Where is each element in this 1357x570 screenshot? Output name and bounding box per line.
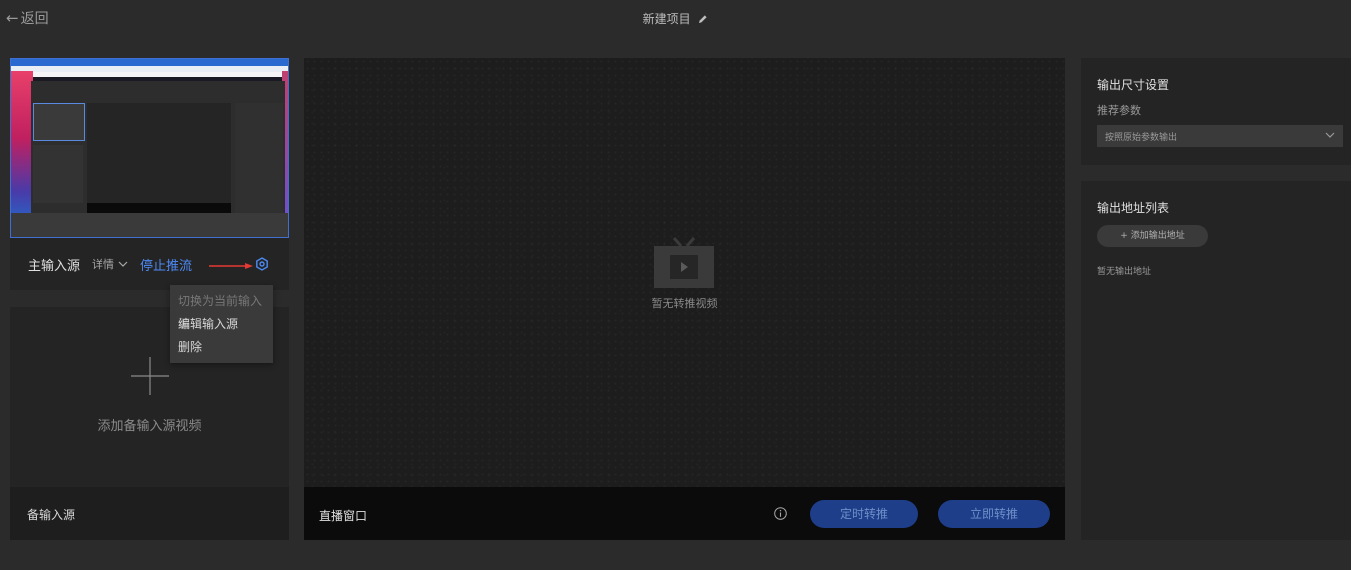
main-source-thumbnail[interactable] (10, 58, 289, 238)
thumb-wallpaper-left (11, 71, 33, 221)
thumb-bookmarks-bar (11, 72, 288, 77)
edit-pencil-icon[interactable] (698, 13, 708, 27)
main-source-card: 主输入源 详情 停止推流 (10, 58, 289, 290)
thumb-left-bottom (33, 145, 83, 203)
project-title-text: 新建项目 (642, 12, 691, 26)
output-size-panel: 输出尺寸设置 推荐参数 按照原始参数输出 (1081, 58, 1351, 165)
backup-source-bar: 备输入源 (10, 487, 289, 540)
thumb-center-bar (87, 203, 231, 213)
stop-stream-link[interactable]: 停止推流 (140, 255, 192, 274)
live-window-label: 直播窗口 (319, 509, 368, 523)
add-output-address-button[interactable]: + 添加输出地址 (1097, 225, 1208, 247)
thumb-right (235, 103, 283, 213)
chevron-down-icon (1325, 132, 1335, 138)
output-address-title: 输出地址列表 (1097, 201, 1170, 215)
output-params-select[interactable]: 按照原始参数输出 (1097, 125, 1343, 147)
main-source-label: 主输入源 (28, 258, 81, 274)
tv-icon (654, 237, 714, 288)
output-address-panel: 输出地址列表 + 添加输出地址 暂无输出地址 (1081, 181, 1351, 540)
annotation-arrow-icon (209, 263, 253, 269)
plus-icon (131, 357, 169, 395)
output-params-value: 按照原始参数输出 (1105, 133, 1178, 143)
thumb-center (87, 103, 231, 203)
thumb-left-top (33, 103, 85, 141)
menu-item-edit-source[interactable]: 编辑输入源 (170, 313, 273, 336)
detail-toggle[interactable]: 详情 (92, 256, 128, 272)
preview-area: 暂无转推视频 (304, 58, 1065, 487)
thumb-browser-tabs (11, 59, 288, 66)
info-icon[interactable] (774, 507, 787, 520)
no-video-text: 暂无转推视频 (651, 297, 718, 310)
scheduled-push-button[interactable]: 定时转推 (810, 500, 918, 528)
settings-gear-icon[interactable] (255, 257, 269, 271)
app-window: ← 返回 新建项目 主输入源 详情 停止推流 添加备输入源视频 备输入源 切换为… (0, 0, 1351, 570)
recommended-params-label: 推荐参数 (1097, 104, 1141, 117)
detail-label: 详情 (92, 258, 115, 271)
push-now-button[interactable]: 立即转推 (938, 500, 1050, 528)
menu-item-switch-source[interactable]: 切换为当前输入源 (170, 290, 273, 331)
output-size-title: 输出尺寸设置 (1097, 78, 1170, 92)
menu-item-delete[interactable]: 删除 (170, 336, 273, 359)
no-output-address-text: 暂无输出地址 (1097, 267, 1152, 277)
thumb-bottom (11, 213, 288, 237)
source-context-menu: 切换为当前输入源 编辑输入源 删除 (170, 285, 273, 363)
backup-source-label: 备输入源 (27, 508, 76, 522)
chevron-down-icon (118, 261, 128, 267)
main-source-bar: 主输入源 详情 停止推流 (10, 238, 289, 290)
live-window-bar: 直播窗口 定时转推 立即转推 (304, 487, 1065, 540)
project-title: 新建项目 (0, 10, 1351, 27)
add-backup-label: 添加备输入源视频 (97, 419, 202, 434)
